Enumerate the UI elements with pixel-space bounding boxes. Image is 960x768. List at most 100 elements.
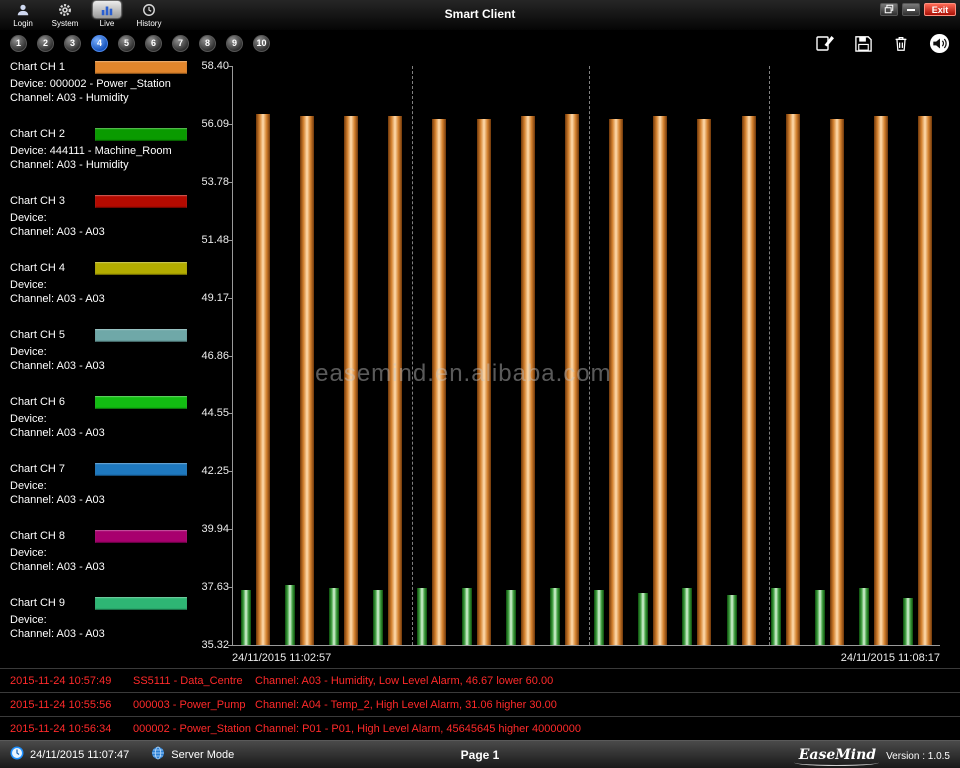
bar-group-12 bbox=[719, 66, 763, 645]
chart-area: 58.4056.0953.7851.4849.1746.8644.5542.25… bbox=[196, 56, 960, 668]
page-button-2[interactable]: 2 bbox=[37, 35, 54, 52]
bar-group-10 bbox=[631, 66, 675, 645]
legend-entry-ch1[interactable]: Chart CH 1Device: 000002 - Power _Statio… bbox=[10, 60, 196, 105]
status-mode: Server Mode bbox=[171, 749, 234, 761]
legend-entry-ch9[interactable]: Chart CH 9Device:Channel: A03 - A03 bbox=[10, 596, 196, 641]
legend-color-swatch bbox=[95, 597, 187, 610]
bar-ch1 bbox=[521, 116, 535, 645]
legend-entry-ch7[interactable]: Chart CH 7Device:Channel: A03 - A03 bbox=[10, 462, 196, 507]
alarm-row-2[interactable]: 2015-11-24 10:55:56000003 - Power_PumpCh… bbox=[0, 692, 960, 716]
edit-pencil-icon bbox=[815, 33, 835, 53]
legend-entry-header: Chart CH 6 bbox=[10, 395, 196, 409]
save-floppy-icon bbox=[854, 34, 873, 53]
delete-button[interactable] bbox=[890, 32, 912, 54]
bar-ch1 bbox=[786, 114, 800, 645]
nav-system-button[interactable]: System bbox=[46, 1, 84, 28]
alarm-device: SS5111 - Data_Centre bbox=[133, 675, 255, 687]
legend-entry-device: Device: bbox=[10, 278, 196, 292]
sound-button[interactable] bbox=[928, 32, 950, 54]
y-tick-label: 56.09 bbox=[193, 118, 229, 130]
plot-area: 58.4056.0953.7851.4849.1746.8644.5542.25… bbox=[232, 66, 940, 646]
page-button-10[interactable]: 10 bbox=[253, 35, 270, 52]
legend-entry-header: Chart CH 4 bbox=[10, 261, 196, 275]
nav-live-button[interactable]: Live bbox=[88, 1, 126, 28]
page-button-4[interactable]: 4 bbox=[91, 35, 108, 52]
legend-color-swatch bbox=[95, 329, 187, 342]
legend-entry-device: Device: 444111 - Machine_Room bbox=[10, 144, 196, 158]
legend-entry-title: Chart CH 7 bbox=[10, 463, 95, 475]
bar-group-16 bbox=[896, 66, 940, 645]
save-button[interactable] bbox=[852, 32, 874, 54]
y-tick-label: 58.40 bbox=[193, 60, 229, 72]
bar-group-9 bbox=[587, 66, 631, 645]
history-clock-icon bbox=[135, 1, 163, 18]
legend-color-swatch bbox=[95, 262, 187, 275]
legend-entry-device: Device: bbox=[10, 479, 196, 493]
bar-group-14 bbox=[807, 66, 851, 645]
pagebar: 123456789 10 bbox=[0, 30, 960, 56]
bar-ch1 bbox=[609, 119, 623, 645]
page-button-5[interactable]: 5 bbox=[118, 35, 135, 52]
bar-ch1 bbox=[300, 116, 314, 645]
speaker-icon bbox=[929, 33, 950, 54]
legend-entry-channel: Channel: A03 - Humidity bbox=[10, 91, 196, 105]
legend-entry-header: Chart CH 5 bbox=[10, 328, 196, 342]
nav-live-label: Live bbox=[100, 19, 115, 28]
bar-ch2 bbox=[506, 590, 516, 645]
legend-entry-ch5[interactable]: Chart CH 5 Device:Channel: A03 - A03 bbox=[10, 328, 196, 373]
nav-login-button[interactable]: Login bbox=[4, 1, 42, 28]
bar-group-2 bbox=[277, 66, 321, 645]
nav-history-button[interactable]: History bbox=[130, 1, 168, 28]
bar-ch1 bbox=[477, 119, 491, 645]
legend-entry-device: Device: bbox=[10, 613, 196, 627]
page-button-1[interactable]: 1 bbox=[10, 35, 27, 52]
bar-ch1 bbox=[653, 116, 667, 645]
edit-button[interactable] bbox=[814, 32, 836, 54]
y-tick-label: 44.55 bbox=[193, 407, 229, 419]
bar-group-1 bbox=[233, 66, 277, 645]
legend-entry-channel: Channel: A03 - A03 bbox=[10, 359, 196, 373]
alarm-device: 000003 - Power_Pump bbox=[133, 699, 255, 711]
bar-ch2 bbox=[373, 590, 383, 645]
alarm-row-3[interactable]: 2015-11-24 10:56:34000002 - Power_Statio… bbox=[0, 716, 960, 740]
legend-entry-device: Device: bbox=[10, 345, 196, 359]
legend-entry-ch8[interactable]: Chart CH 8Device:Channel: A03 - A03 bbox=[10, 529, 196, 574]
legend-color-swatch bbox=[95, 396, 187, 409]
bar-ch2 bbox=[594, 590, 604, 645]
y-tick-label: 46.86 bbox=[193, 350, 229, 362]
page-button-8[interactable]: 8 bbox=[199, 35, 216, 52]
legend-entry-title: Chart CH 1 bbox=[10, 61, 95, 73]
bar-ch1 bbox=[388, 116, 402, 645]
page-button-7[interactable]: 7 bbox=[172, 35, 189, 52]
login-icon bbox=[9, 1, 37, 18]
page-buttons: 123456789 10 bbox=[10, 35, 270, 52]
legend-entry-ch3[interactable]: Chart CH 3Device:Channel: A03 - A03 bbox=[10, 194, 196, 239]
alarm-message: Channel: A03 - Humidity, Low Level Alarm… bbox=[255, 675, 960, 687]
legend-entry-ch4[interactable]: Chart CH 4Device:Channel: A03 - A03 bbox=[10, 261, 196, 306]
bar-ch2 bbox=[550, 588, 560, 645]
alarm-row-1[interactable]: 2015-11-24 10:57:49SS5111 - Data_CentreC… bbox=[0, 668, 960, 692]
legend-list: Chart CH 1Device: 000002 - Power _Statio… bbox=[0, 56, 196, 668]
bar-ch2 bbox=[329, 588, 339, 645]
minimize-button[interactable] bbox=[902, 3, 920, 16]
bar-group-4 bbox=[366, 66, 410, 645]
main-area: Chart CH 1Device: 000002 - Power _Statio… bbox=[0, 56, 960, 668]
legend-entry-device: Device: bbox=[10, 412, 196, 426]
restore-button[interactable] bbox=[880, 3, 898, 16]
alarm-list: 2015-11-24 10:57:49SS5111 - Data_CentreC… bbox=[0, 668, 960, 740]
bar-ch2 bbox=[241, 590, 251, 645]
bar-group-13 bbox=[763, 66, 807, 645]
legend-entry-ch2[interactable]: Chart CH 2Device: 444111 - Machine_RoomC… bbox=[10, 127, 196, 172]
bar-ch1 bbox=[874, 116, 888, 645]
legend-entry-device: Device: bbox=[10, 546, 196, 560]
page-button-9[interactable]: 9 bbox=[226, 35, 243, 52]
bar-group-11 bbox=[675, 66, 719, 645]
exit-button[interactable]: Exit bbox=[924, 3, 956, 16]
legend-entry-ch6[interactable]: Chart CH 6Device:Channel: A03 - A03 bbox=[10, 395, 196, 440]
bar-ch1 bbox=[432, 119, 446, 645]
bar-ch2 bbox=[285, 585, 295, 645]
legend-entry-channel: Channel: A03 - Humidity bbox=[10, 158, 196, 172]
page-button-3[interactable]: 3 bbox=[64, 35, 81, 52]
page-button-6[interactable]: 6 bbox=[145, 35, 162, 52]
alarm-message: Channel: A04 - Temp_2, High Level Alarm,… bbox=[255, 699, 960, 711]
